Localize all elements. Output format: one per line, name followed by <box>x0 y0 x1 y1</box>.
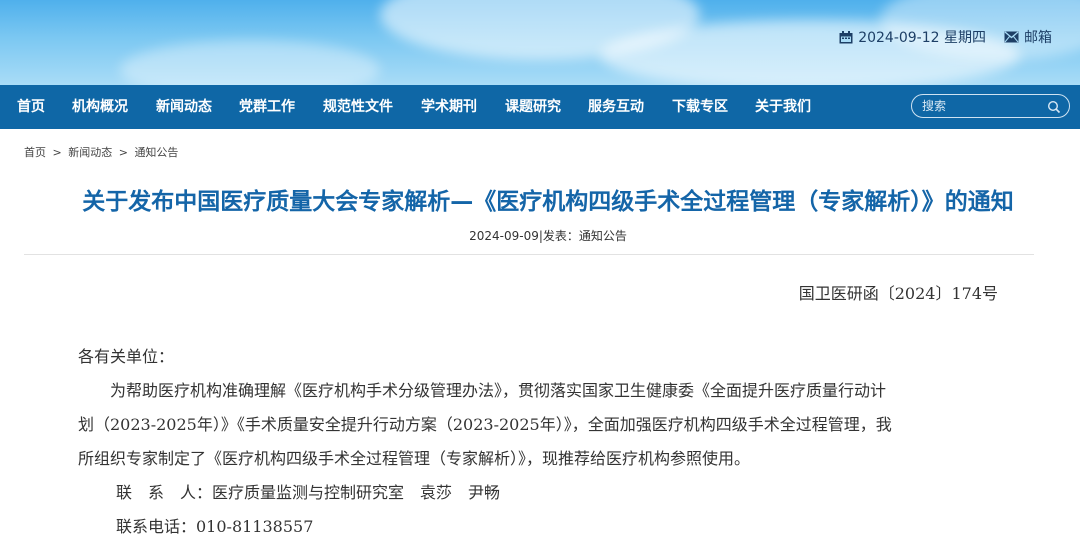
nav-item-about-us[interactable]: 关于我们 <box>755 85 811 129</box>
nav-item-home[interactable]: 首页 <box>17 85 45 129</box>
nav-item-about-org[interactable]: 机构概况 <box>72 85 128 129</box>
nav-item-research[interactable]: 课题研究 <box>505 85 561 129</box>
search-box <box>911 94 1070 118</box>
nav-item-regulations[interactable]: 规范性文件 <box>323 85 393 129</box>
paragraph-line: 为帮助医疗机构准确理解《医疗机构手术分级管理办法》，贯彻落实国家卫生健康委《全面… <box>110 381 887 400</box>
breadcrumb-notices[interactable]: 通知公告 <box>134 146 178 159</box>
nav-item-party-work[interactable]: 党群工作 <box>239 85 295 129</box>
nav-item-journals[interactable]: 学术期刊 <box>421 85 477 129</box>
nav-item-news[interactable]: 新闻动态 <box>156 85 212 129</box>
paragraph-line: 划（2023-2025年）》《手术质量安全提升行动方案（2023-2025年）》… <box>78 415 892 434</box>
article-body: 各有关单位： 为帮助医疗机构准确理解《医疗机构手术分级管理办法》，贯彻落实国家卫… <box>78 340 998 544</box>
search-icon[interactable] <box>1047 99 1061 118</box>
calendar-icon <box>839 30 853 44</box>
mail-icon <box>1004 31 1019 43</box>
divider <box>24 254 1034 255</box>
breadcrumb-home[interactable]: 首页 <box>24 146 46 159</box>
page-title: 关于发布中国医疗质量大会专家解析—《医疗机构四级手术全过程管理（专家解析）》的通… <box>82 189 1014 215</box>
document-number: 国卫医研函〔2024〕174号 <box>798 284 998 303</box>
breadcrumb-separator: > <box>118 146 128 159</box>
paragraph-line: 所组织专家制定了《医疗机构四级手术全过程管理（专家解析）》，现推荐给医疗机构参照… <box>78 449 751 468</box>
mail-label: 邮箱 <box>1024 30 1052 46</box>
breadcrumb: 首页 > 新闻动态 > 通知公告 <box>24 144 181 160</box>
breadcrumb-news[interactable]: 新闻动态 <box>68 146 112 159</box>
nav-item-services[interactable]: 服务互动 <box>588 85 644 129</box>
nav-item-downloads[interactable]: 下载专区 <box>672 85 728 129</box>
top-info-bar: 2024-09-12 星期四 邮箱 <box>839 27 1052 47</box>
search-input[interactable] <box>922 97 1042 115</box>
date-display: 2024-09-12 星期四 <box>839 27 986 47</box>
breadcrumb-separator: > <box>52 146 62 159</box>
contact-person: 联 系 人：医疗质量监测与控制研究室 袁莎 尹畅 <box>116 483 501 502</box>
header-banner: 2024-09-12 星期四 邮箱 <box>0 0 1080 85</box>
salutation: 各有关单位： <box>78 347 175 366</box>
mail-link[interactable]: 邮箱 <box>1004 27 1052 47</box>
date-text: 2024-09-12 星期四 <box>858 30 986 46</box>
article-meta: 2024-09-09|发表：通知公告 <box>469 229 627 243</box>
contact-phone: 联系电话：010-81138557 <box>116 517 314 536</box>
